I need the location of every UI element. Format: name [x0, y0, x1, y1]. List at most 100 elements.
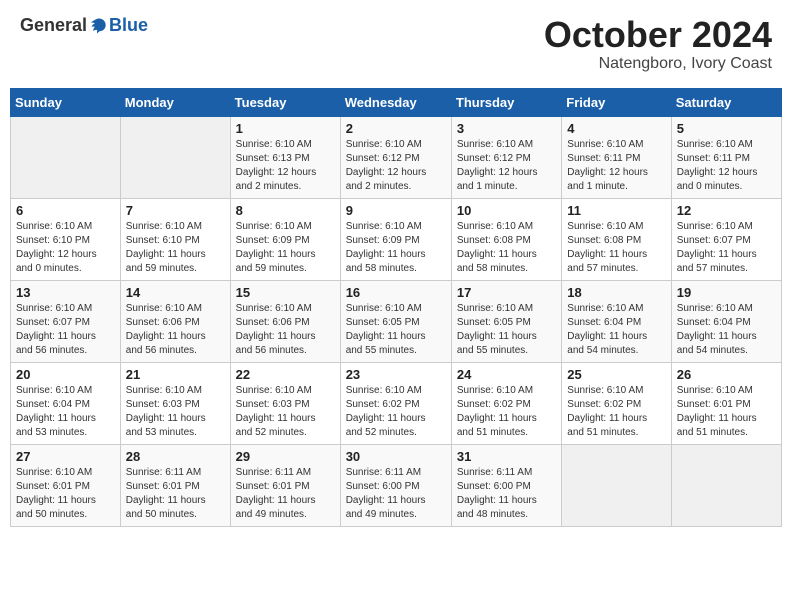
calendar-cell: 29 Sunrise: 6:11 AM Sunset: 6:01 PM Dayli… [230, 444, 340, 526]
logo-general: General [20, 15, 87, 36]
day-number: 31 [457, 449, 556, 464]
day-info: Sunrise: 6:10 AM Sunset: 6:02 PM Dayligh… [346, 384, 446, 440]
calendar-cell: 26 Sunrise: 6:10 AM Sunset: 6:01 PM Dayli… [671, 362, 781, 444]
day-number: 27 [16, 449, 115, 464]
day-info: Sunrise: 6:11 AM Sunset: 6:00 PM Dayligh… [346, 466, 446, 522]
day-number: 30 [346, 449, 446, 464]
calendar-cell [562, 444, 671, 526]
day-info: Sunrise: 6:10 AM Sunset: 6:11 PM Dayligh… [677, 138, 776, 194]
calendar-week-row: 1Sunrise: 6:10 AM Sunset: 6:13 PM Daylig… [11, 116, 782, 198]
calendar-cell: 27 Sunrise: 6:10 AM Sunset: 6:01 PM Dayli… [11, 444, 121, 526]
calendar-header-friday: Friday [562, 88, 671, 116]
calendar-cell [120, 116, 230, 198]
day-number: 1 [236, 121, 335, 136]
day-number: 19 [677, 285, 776, 300]
day-info: Sunrise: 6:10 AM Sunset: 6:06 PM Dayligh… [236, 302, 335, 358]
calendar-header-sunday: Sunday [11, 88, 121, 116]
day-info: Sunrise: 6:10 AM Sunset: 6:11 PM Dayligh… [567, 138, 665, 194]
day-info: Sunrise: 6:11 AM Sunset: 6:00 PM Dayligh… [457, 466, 556, 522]
day-info: Sunrise: 6:10 AM Sunset: 6:06 PM Dayligh… [126, 302, 225, 358]
day-info: Sunrise: 6:10 AM Sunset: 6:08 PM Dayligh… [567, 220, 665, 276]
header: General Blue October 2024 Natengboro, Iv… [10, 10, 782, 78]
calendar-week-row: 27 Sunrise: 6:10 AM Sunset: 6:01 PM Dayli… [11, 444, 782, 526]
day-number: 25 [567, 367, 665, 382]
day-number: 16 [346, 285, 446, 300]
calendar-header-row: SundayMondayTuesdayWednesdayThursdayFrid… [11, 88, 782, 116]
calendar-cell: 13 Sunrise: 6:10 AM Sunset: 6:07 PM Dayli… [11, 280, 121, 362]
calendar-cell: 17 Sunrise: 6:10 AM Sunset: 6:05 PM Dayli… [451, 280, 561, 362]
location: Natengboro, Ivory Coast [544, 55, 772, 73]
day-info: Sunrise: 6:10 AM Sunset: 6:07 PM Dayligh… [677, 220, 776, 276]
day-number: 10 [457, 203, 556, 218]
day-info: Sunrise: 6:10 AM Sunset: 6:04 PM Dayligh… [567, 302, 665, 358]
title-section: October 2024 Natengboro, Ivory Coast [544, 15, 772, 73]
day-number: 17 [457, 285, 556, 300]
day-number: 28 [126, 449, 225, 464]
day-info: Sunrise: 6:10 AM Sunset: 6:02 PM Dayligh… [457, 384, 556, 440]
calendar-cell: 8Sunrise: 6:10 AM Sunset: 6:09 PM Daylig… [230, 198, 340, 280]
day-number: 9 [346, 203, 446, 218]
day-number: 23 [346, 367, 446, 382]
day-number: 13 [16, 285, 115, 300]
day-number: 21 [126, 367, 225, 382]
day-info: Sunrise: 6:10 AM Sunset: 6:04 PM Dayligh… [677, 302, 776, 358]
calendar-cell: 22 Sunrise: 6:10 AM Sunset: 6:03 PM Dayli… [230, 362, 340, 444]
day-info: Sunrise: 6:10 AM Sunset: 6:03 PM Dayligh… [236, 384, 335, 440]
day-info: Sunrise: 6:10 AM Sunset: 6:12 PM Dayligh… [457, 138, 556, 194]
calendar-cell: 14 Sunrise: 6:10 AM Sunset: 6:06 PM Dayli… [120, 280, 230, 362]
day-number: 26 [677, 367, 776, 382]
logo-blue: Blue [109, 15, 148, 36]
day-number: 14 [126, 285, 225, 300]
calendar-cell: 24Sunrise: 6:10 AM Sunset: 6:02 PM Dayli… [451, 362, 561, 444]
calendar-cell: 31 Sunrise: 6:11 AM Sunset: 6:00 PM Dayli… [451, 444, 561, 526]
day-info: Sunrise: 6:10 AM Sunset: 6:10 PM Dayligh… [16, 220, 115, 276]
calendar-cell: 15 Sunrise: 6:10 AM Sunset: 6:06 PM Dayli… [230, 280, 340, 362]
day-info: Sunrise: 6:10 AM Sunset: 6:08 PM Dayligh… [457, 220, 556, 276]
day-number: 2 [346, 121, 446, 136]
calendar-week-row: 6Sunrise: 6:10 AM Sunset: 6:10 PM Daylig… [11, 198, 782, 280]
logo-bird-icon [89, 16, 109, 36]
calendar-cell: 11 Sunrise: 6:10 AM Sunset: 6:08 PM Dayli… [562, 198, 671, 280]
day-info: Sunrise: 6:10 AM Sunset: 6:02 PM Dayligh… [567, 384, 665, 440]
calendar-cell: 23 Sunrise: 6:10 AM Sunset: 6:02 PM Dayli… [340, 362, 451, 444]
calendar-header-wednesday: Wednesday [340, 88, 451, 116]
day-number: 20 [16, 367, 115, 382]
day-info: Sunrise: 6:11 AM Sunset: 6:01 PM Dayligh… [126, 466, 225, 522]
day-number: 22 [236, 367, 335, 382]
calendar-week-row: 13 Sunrise: 6:10 AM Sunset: 6:07 PM Dayli… [11, 280, 782, 362]
calendar-cell: 6Sunrise: 6:10 AM Sunset: 6:10 PM Daylig… [11, 198, 121, 280]
calendar-cell: 3 Sunrise: 6:10 AM Sunset: 6:12 PM Daylig… [451, 116, 561, 198]
day-info: Sunrise: 6:10 AM Sunset: 6:12 PM Dayligh… [346, 138, 446, 194]
day-info: Sunrise: 6:10 AM Sunset: 6:01 PM Dayligh… [16, 466, 115, 522]
day-number: 11 [567, 203, 665, 218]
day-info: Sunrise: 6:10 AM Sunset: 6:04 PM Dayligh… [16, 384, 115, 440]
calendar-cell: 20 Sunrise: 6:10 AM Sunset: 6:04 PM Dayli… [11, 362, 121, 444]
day-number: 7 [126, 203, 225, 218]
calendar-cell: 16Sunrise: 6:10 AM Sunset: 6:05 PM Dayli… [340, 280, 451, 362]
calendar-cell: 5 Sunrise: 6:10 AM Sunset: 6:11 PM Daylig… [671, 116, 781, 198]
day-number: 3 [457, 121, 556, 136]
day-info: Sunrise: 6:10 AM Sunset: 6:07 PM Dayligh… [16, 302, 115, 358]
day-info: Sunrise: 6:10 AM Sunset: 6:03 PM Dayligh… [126, 384, 225, 440]
calendar-header-saturday: Saturday [671, 88, 781, 116]
calendar-cell: 4Sunrise: 6:10 AM Sunset: 6:11 PM Daylig… [562, 116, 671, 198]
calendar-cell: 19 Sunrise: 6:10 AM Sunset: 6:04 PM Dayli… [671, 280, 781, 362]
calendar-header-monday: Monday [120, 88, 230, 116]
day-info: Sunrise: 6:10 AM Sunset: 6:09 PM Dayligh… [346, 220, 446, 276]
day-number: 29 [236, 449, 335, 464]
calendar-cell [11, 116, 121, 198]
day-info: Sunrise: 6:10 AM Sunset: 6:05 PM Dayligh… [457, 302, 556, 358]
calendar-cell: 1Sunrise: 6:10 AM Sunset: 6:13 PM Daylig… [230, 116, 340, 198]
day-number: 18 [567, 285, 665, 300]
day-info: Sunrise: 6:10 AM Sunset: 6:01 PM Dayligh… [677, 384, 776, 440]
calendar-cell: 21 Sunrise: 6:10 AM Sunset: 6:03 PM Dayli… [120, 362, 230, 444]
day-info: Sunrise: 6:11 AM Sunset: 6:01 PM Dayligh… [236, 466, 335, 522]
calendar-header-tuesday: Tuesday [230, 88, 340, 116]
day-number: 5 [677, 121, 776, 136]
calendar-cell: 30 Sunrise: 6:11 AM Sunset: 6:00 PM Dayli… [340, 444, 451, 526]
day-number: 8 [236, 203, 335, 218]
month-title: October 2024 [544, 15, 772, 55]
calendar-week-row: 20 Sunrise: 6:10 AM Sunset: 6:04 PM Dayli… [11, 362, 782, 444]
day-number: 15 [236, 285, 335, 300]
calendar-cell: 7Sunrise: 6:10 AM Sunset: 6:10 PM Daylig… [120, 198, 230, 280]
